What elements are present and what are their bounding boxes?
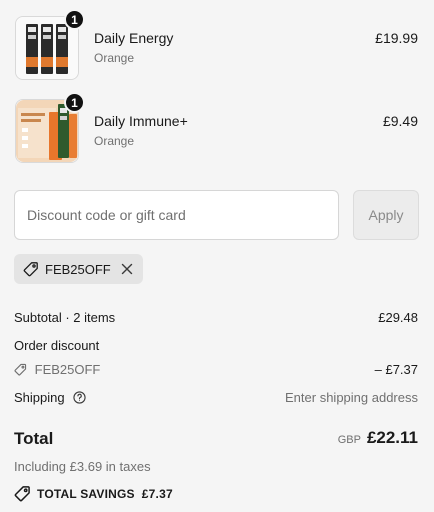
- discount-value: – £7.37: [374, 362, 418, 377]
- discount-code-text: FEB25OFF: [34, 362, 101, 377]
- total-savings: TOTAL SAVINGS £7.37: [14, 485, 173, 502]
- apply-discount-button[interactable]: Apply: [353, 190, 419, 240]
- item-variant: Orange: [94, 134, 135, 148]
- currency-code: GBP: [337, 434, 361, 446]
- order-discount-label: Order discount: [14, 338, 100, 353]
- shipping-row: Shipping Enter shipping address: [14, 390, 418, 407]
- subtotal-value: £29.48: [378, 310, 418, 325]
- taxes-note: Including £3.69 in taxes: [14, 459, 151, 474]
- applied-discount-tag: FEB25OFF: [14, 254, 143, 284]
- product-thumbnail: 1: [15, 92, 85, 163]
- discount-code-input[interactable]: [14, 190, 339, 240]
- quantity-badge: 1: [64, 92, 85, 113]
- order-discount-row: Order discount: [14, 338, 418, 353]
- applied-code-label: FEB25OFF: [45, 261, 111, 277]
- line-item-daily-energy: 1 Daily Energy Orange £19.99: [0, 9, 434, 82]
- shipping-value: Enter shipping address: [285, 390, 418, 405]
- item-price: £19.99: [375, 30, 418, 46]
- subtotal-label: Subtotal · 2 items: [14, 310, 116, 325]
- line-item-daily-immune: 1 Daily Immune+ Orange £9.49: [0, 92, 434, 165]
- product-thumbnail: 1: [15, 9, 85, 80]
- discount-code-row: FEB25OFF – £7.37: [14, 362, 418, 379]
- savings-text: TOTAL SAVINGS £7.37: [37, 486, 173, 501]
- item-price: £9.49: [382, 113, 418, 129]
- total-amount: £22.11: [366, 428, 418, 447]
- total-amount-group: GBP £22.11: [338, 428, 418, 448]
- quantity-badge: 1: [64, 9, 85, 30]
- remove-discount-icon[interactable]: [121, 263, 133, 275]
- tag-icon: [23, 261, 39, 277]
- help-icon[interactable]: [73, 391, 86, 407]
- total-label: Total: [14, 429, 54, 448]
- item-name: Daily Energy: [94, 30, 174, 46]
- item-name: Daily Immune+: [94, 113, 188, 129]
- savings-tag-icon: [14, 485, 31, 502]
- shipping-label: Shipping: [14, 390, 65, 405]
- item-variant: Orange: [94, 51, 135, 65]
- subtotal-row: Subtotal · 2 items £29.48: [14, 310, 418, 325]
- small-tag-icon: [14, 363, 27, 379]
